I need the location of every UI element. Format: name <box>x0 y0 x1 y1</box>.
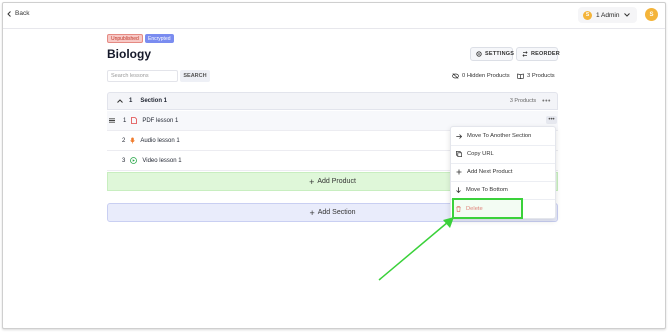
gear-icon <box>476 51 482 57</box>
section-header[interactable]: 1 Section 1 3 Products ••• <box>107 92 558 110</box>
settings-label: SETTINGS <box>485 51 515 57</box>
lesson-title: Audio lesson 1 <box>140 137 180 144</box>
pdf-icon <box>131 117 138 124</box>
menu-item-label: Copy URL <box>467 151 494 157</box>
section-more-icon[interactable]: ••• <box>542 98 551 105</box>
menu-item-label: Add Next Product <box>467 169 513 175</box>
products-count: 3 Products <box>517 73 555 79</box>
lesson-title: Video lesson 1 <box>142 157 182 164</box>
add-product-label: Add Product <box>317 178 356 185</box>
arrow-down-icon <box>456 187 461 193</box>
section-number: 1 <box>129 98 133 104</box>
menu-item-move-section[interactable]: Move To Another Section <box>451 127 555 145</box>
admin-label: 1 Admin <box>596 11 620 19</box>
menu-item-label: Move To Another Section <box>467 133 532 139</box>
delete-highlight-box <box>452 198 523 219</box>
menu-item-copy-url[interactable]: Copy URL <box>451 145 555 163</box>
reorder-button[interactable]: REORDER <box>516 47 560 61</box>
chevron-up-icon[interactable] <box>117 99 123 103</box>
products-label: 3 Products <box>527 73 555 79</box>
lesson-number: 2 <box>122 137 126 144</box>
annotation-arrow-icon <box>378 217 454 281</box>
book-icon <box>517 73 524 79</box>
back-link[interactable]: Back <box>7 10 29 17</box>
drag-handle-icon[interactable] <box>109 118 115 123</box>
audio-icon <box>130 137 136 144</box>
menu-item-move-bottom[interactable]: Move To Bottom <box>451 181 555 199</box>
settings-button[interactable]: SETTINGS <box>470 47 515 61</box>
eye-off-icon <box>452 73 459 79</box>
lesson-title: PDF lesson 1 <box>142 117 179 124</box>
plus-icon: + <box>309 207 315 218</box>
page-title: Biology <box>107 47 151 61</box>
hidden-products-toggle[interactable]: 0 Hidden Products <box>452 73 510 79</box>
search-button[interactable]: SEARCH <box>180 70 210 82</box>
reorder-label: REORDER <box>531 51 560 57</box>
search-input[interactable]: Search lessons <box>107 70 178 82</box>
copy-icon <box>456 151 462 157</box>
menu-item-add-next[interactable]: Add Next Product <box>451 163 555 181</box>
back-label: Back <box>15 10 30 17</box>
plus-icon <box>456 169 462 175</box>
encrypted-badge: Encrypted <box>145 34 174 43</box>
menu-item-label: Move To Bottom <box>466 187 508 193</box>
unpublished-badge: Unpublished <box>107 34 143 43</box>
section-title: Section 1 <box>140 98 168 104</box>
plus-icon: + <box>309 176 315 187</box>
lesson-number: 3 <box>122 157 126 164</box>
admin-avatar: S <box>583 10 592 20</box>
header-divider <box>3 28 665 29</box>
reorder-icon <box>522 51 528 57</box>
hidden-products-label: 0 Hidden Products <box>462 73 510 79</box>
section-count: 3 Products <box>509 98 537 104</box>
lesson-number: 1 <box>123 117 127 124</box>
chevron-left-icon <box>7 10 12 17</box>
add-section-label: Add Section <box>317 209 356 216</box>
admin-menu[interactable]: S 1 Admin <box>578 7 637 23</box>
lesson-more-button[interactable]: ••• <box>546 116 557 124</box>
chevron-down-icon <box>623 13 630 17</box>
video-icon <box>130 157 138 164</box>
arrow-right-icon <box>456 133 462 139</box>
user-avatar[interactable]: S <box>645 8 658 21</box>
